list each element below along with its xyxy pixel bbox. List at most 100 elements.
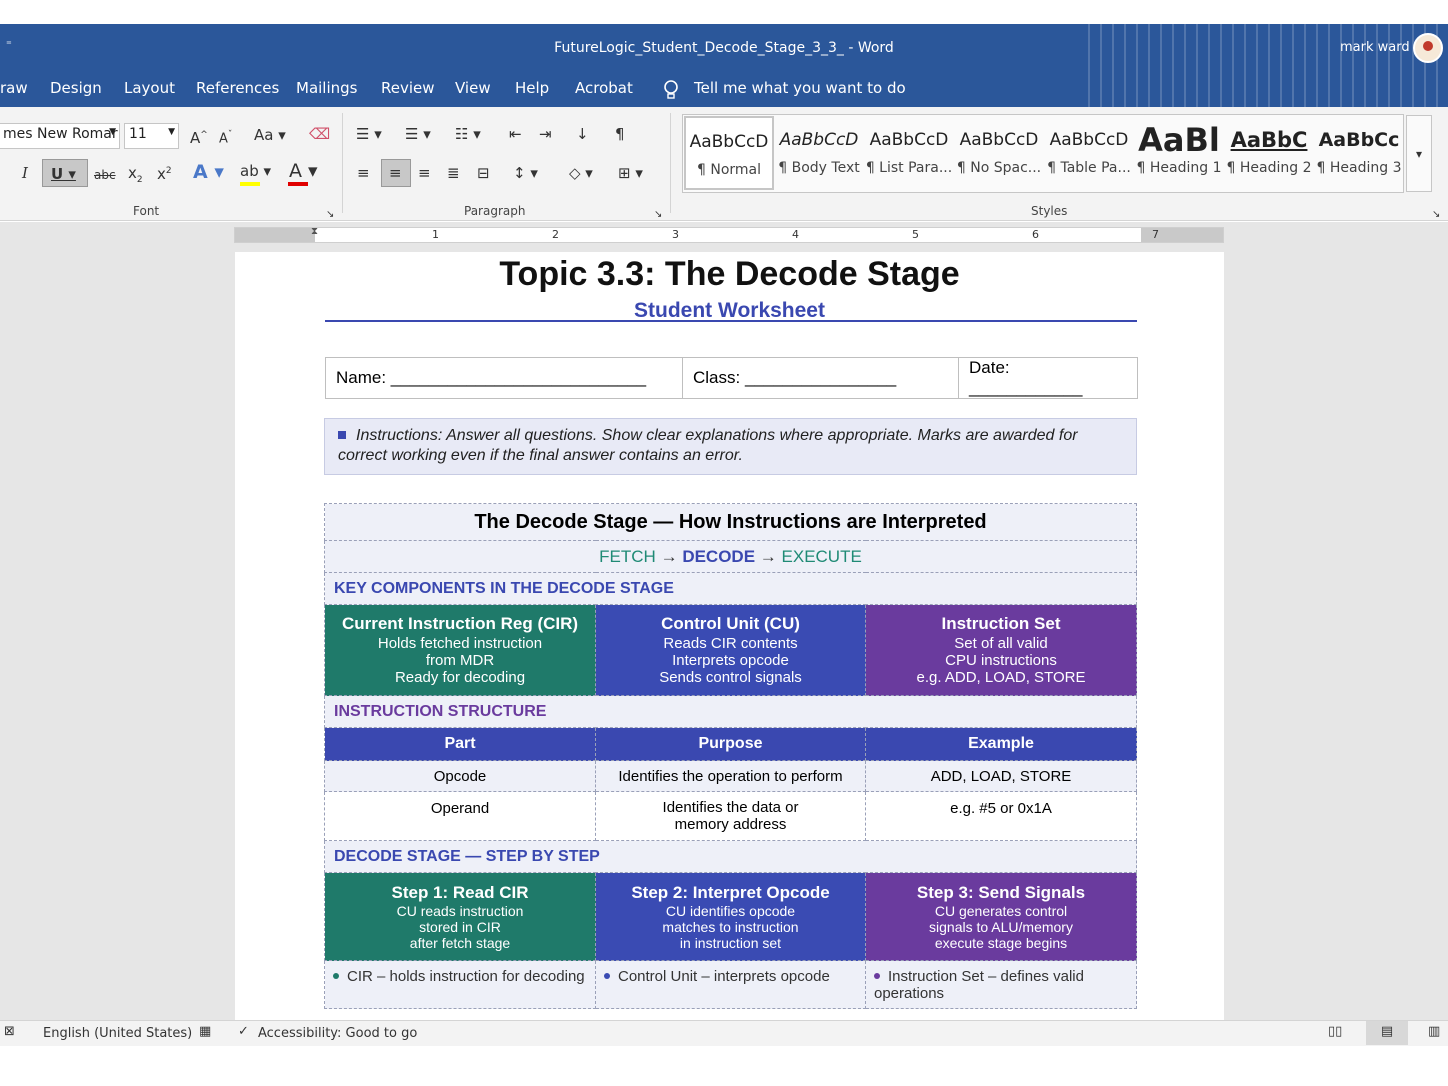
style-heading-1[interactable]: AaBl ¶ Heading 1 <box>1134 116 1224 190</box>
card-line: from MDR <box>425 652 495 669</box>
tab-review[interactable]: Review <box>381 79 435 97</box>
ruler-label: 1 <box>432 228 439 241</box>
align-right-icon[interactable]: ≡ <box>418 163 431 183</box>
card-title: Instruction Set <box>941 614 1061 633</box>
style-normal[interactable]: AaBbCcD ¶ Normal <box>684 116 774 190</box>
table-cell: Identifies the data or memory address <box>595 791 866 841</box>
style-sample: AaBbC <box>1230 128 1308 152</box>
key-point-text: Instruction Set – defines valid operatio… <box>874 968 1084 1002</box>
chevron-down-icon[interactable]: ▼ <box>168 127 175 137</box>
styles-more-icon[interactable]: ▾ <box>1406 115 1432 192</box>
italic-icon[interactable]: I <box>22 163 28 183</box>
clear-formatting-icon[interactable]: ⌫ <box>309 124 330 144</box>
language-status[interactable]: English (United States) <box>43 1026 192 1041</box>
shading-icon[interactable]: ◇ ▾ <box>569 163 593 183</box>
style-no-spacing[interactable]: AaBbCcD ¶ No Spac... <box>954 116 1044 190</box>
chevron-down-icon[interactable]: ▼ <box>109 127 116 137</box>
accessibility-status[interactable]: Accessibility: Good to go <box>258 1026 417 1041</box>
indent-marker-icon[interactable]: ⧗ <box>311 226 318 237</box>
style-sample: AaBbCcD <box>779 130 859 150</box>
table-cell: Opcode <box>324 760 596 792</box>
step-card-3: Step 3: Send Signals CU generates contro… <box>865 872 1137 961</box>
name-field[interactable]: Name: ___________________________ <box>325 357 683 399</box>
table-row: Opcode Identifies the operation to perfo… <box>324 760 1137 792</box>
table-row: Operand Identifies the data or memory ad… <box>324 791 1137 841</box>
avatar[interactable] <box>1413 33 1443 63</box>
font-name-box[interactable]: mes New Romar ▼ <box>0 123 120 149</box>
bullet-icon <box>338 431 346 439</box>
highlight-color-icon[interactable]: ab ▾ <box>240 161 271 181</box>
print-layout-icon[interactable]: ▤ <box>1366 1021 1408 1045</box>
date-label: Date: ____________ <box>969 358 1083 397</box>
style-name: ¶ Heading 1 <box>1136 160 1222 176</box>
user-name[interactable]: mark ward <box>1340 40 1410 55</box>
underline-icon[interactable]: U ▾ <box>42 159 88 187</box>
tab-help[interactable]: Help <box>515 79 549 97</box>
justify-icon[interactable]: ≣ <box>447 163 460 183</box>
decrease-indent-icon[interactable]: ⇤ <box>509 124 522 144</box>
tab-acrobat[interactable]: Acrobat <box>575 79 633 97</box>
document-area[interactable]: 1 2 3 4 5 6 7 ⧗ Topic 3.3: The Decode St… <box>0 222 1448 1020</box>
sort-icon[interactable]: ↓ <box>576 124 589 144</box>
component-card-cir: Current Instruction Reg (CIR) Holds fetc… <box>324 604 596 696</box>
style-sample: AaBl <box>1138 121 1220 159</box>
accessibility-icon[interactable]: ✓ <box>238 1024 249 1039</box>
styles-group-label: Styles <box>1031 204 1068 218</box>
style-name: ¶ Heading 2 <box>1226 160 1312 176</box>
align-left-icon[interactable]: ≡ <box>357 163 370 183</box>
date-field[interactable]: Date: ____________ <box>958 357 1138 399</box>
title-underline <box>325 320 1137 322</box>
style-list-paragraph[interactable]: AaBbCcD ¶ List Para... <box>864 116 954 190</box>
table-cell: Operand <box>324 791 596 841</box>
web-layout-icon[interactable]: ▥ <box>1428 1024 1440 1039</box>
style-body-text[interactable]: AaBbCcD ¶ Body Text <box>774 116 864 190</box>
document-title: FutureLogic_Student_Decode_Stage_3_3_ - … <box>554 40 894 56</box>
line-spacing-icon[interactable]: ↕ ▾ <box>513 163 538 183</box>
flow-row: FETCH → DECODE → EXECUTE <box>324 540 1137 573</box>
borders-icon[interactable]: ⊞ ▾ <box>618 163 643 183</box>
change-case-icon[interactable]: Aa ▾ <box>254 125 286 145</box>
class-field[interactable]: Class: ________________ <box>682 357 959 399</box>
horizontal-ruler[interactable]: 1 2 3 4 5 6 7 ⧗ <box>234 226 1224 243</box>
grow-font-icon[interactable]: A^ <box>190 125 208 148</box>
tab-mailings[interactable]: Mailings <box>296 79 357 97</box>
bullets-icon[interactable]: ☰ ▾ <box>356 124 382 144</box>
card-line: CPU instructions <box>945 652 1057 669</box>
font-color-swatch <box>288 182 308 186</box>
tab-references[interactable]: References <box>196 79 279 97</box>
strikethrough-icon[interactable]: abc <box>94 165 116 185</box>
subscript-icon[interactable]: x2 <box>128 163 143 190</box>
tab-draw[interactable]: raw <box>0 79 28 97</box>
numbering-icon[interactable]: ☰ ▾ <box>405 124 431 144</box>
ruler-label: 6 <box>1032 228 1039 241</box>
tab-design[interactable]: Design <box>50 79 102 97</box>
spelling-icon[interactable]: ⊠ <box>4 1024 15 1039</box>
student-info-table: Name: ___________________________ Class:… <box>325 357 1138 399</box>
show-formatting-icon[interactable]: ¶ <box>615 124 625 144</box>
instructions-text: Instructions: Answer all questions. Show… <box>338 427 1078 464</box>
style-name: ¶ Body Text <box>778 160 860 176</box>
shrink-font-icon[interactable]: Aˇ <box>219 125 232 149</box>
multilevel-list-icon[interactable]: ☷ ▾ <box>455 124 481 144</box>
text-predictions-icon[interactable]: ▦ <box>199 1024 211 1039</box>
increase-indent-icon[interactable]: ⇥ <box>539 124 552 144</box>
component-card-cu: Control Unit (CU) Reads CIR contents Int… <box>595 604 866 696</box>
tab-view[interactable]: View <box>455 79 491 97</box>
superscript-icon[interactable]: x2 <box>157 161 172 184</box>
key-point-text: Control Unit – interprets opcode <box>618 968 830 985</box>
card-title: Control Unit (CU) <box>661 614 800 633</box>
read-mode-icon[interactable]: ▯▯ <box>1328 1024 1342 1039</box>
page-title: Topic 3.3: The Decode Stage <box>499 255 960 293</box>
tab-layout[interactable]: Layout <box>124 79 175 97</box>
font-size-box[interactable]: 11 ▼ <box>124 123 179 149</box>
style-table-paragraph[interactable]: AaBbCcD ¶ Table Pa... <box>1044 116 1134 190</box>
ribbon: mes New Romar ▼ 11 ▼ A^ Aˇ Aa ▾ ⌫ I U ▾ ab… <box>0 107 1448 221</box>
tell-me-search[interactable]: Tell me what you want to do <box>694 79 906 97</box>
key-components-heading: KEY COMPONENTS IN THE DECODE STAGE <box>324 572 1137 605</box>
align-center-icon[interactable]: ≡ <box>381 159 411 187</box>
text-effects-icon[interactable]: A ▾ <box>193 162 224 182</box>
style-heading-2[interactable]: AaBbC ¶ Heading 2 <box>1224 116 1314 190</box>
distributed-icon[interactable]: ⊟ <box>477 163 490 183</box>
font-color-icon[interactable]: A ▾ <box>289 161 318 181</box>
style-heading-3[interactable]: AaBbCc ¶ Heading 3 <box>1314 116 1404 190</box>
